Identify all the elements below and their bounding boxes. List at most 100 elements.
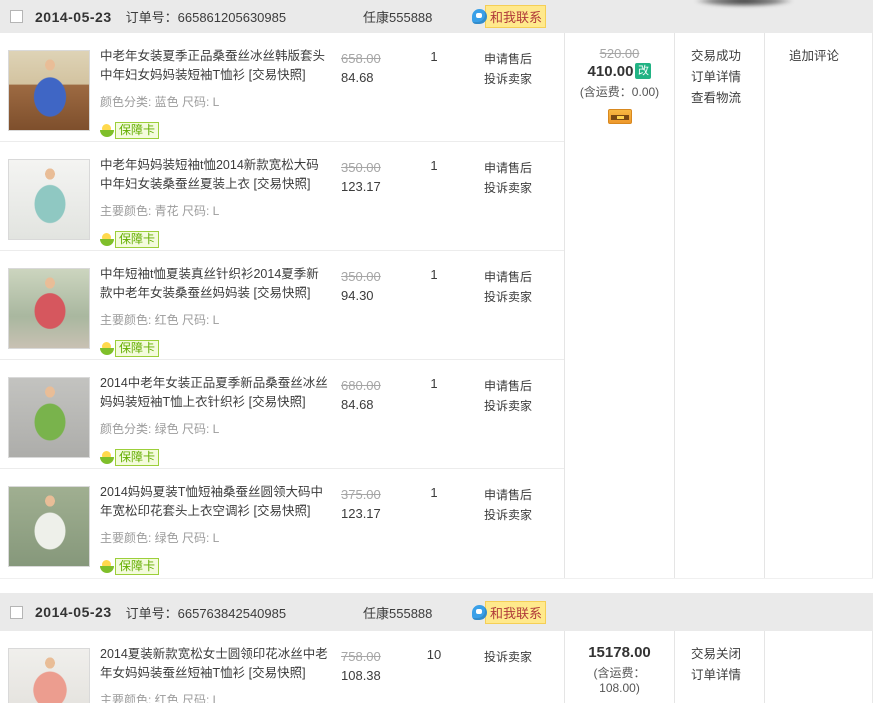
view-logistics-link[interactable]: 查看物流 [691,88,764,109]
snapshot-link[interactable]: [交易快照] [249,68,306,82]
product-title-link[interactable]: 2014中老年女装正品夏季新品桑蚕丝冰丝妈妈装短袖T恤上衣针织衫 [交易快照] [100,374,330,412]
guarantee-card-badge[interactable]: 保障卡 [100,231,160,248]
price-box: 658.00 84.68 [341,49,381,87]
item-row: 2014妈妈夏装T恤短袖桑蚕丝圆领大码中年宽松印花套头上衣空调衫 [交易快照] … [0,469,564,578]
guarantee-label: 保障卡 [115,122,160,139]
contact-seller-button[interactable]: 和我联系 [472,600,547,624]
order-block-2: 2014-05-23 订单号：665763842540985 任康555888 … [0,593,873,703]
guarantee-icon [100,232,114,247]
guarantee-card-badge[interactable]: 保障卡 [100,449,160,466]
order-checkbox[interactable] [10,10,23,23]
guarantee-card-badge[interactable]: 保障卡 [100,340,160,357]
report-seller-link[interactable]: 投诉卖家 [484,396,532,416]
guarantee-icon [100,559,114,574]
snapshot-link[interactable]: [交易快照] [249,666,306,680]
guarantee-card-badge[interactable]: 保障卡 [100,122,160,139]
snapshot-link[interactable]: [交易快照] [254,177,311,191]
apply-aftersale-link[interactable]: 申请售后 [484,267,532,287]
product-info: 2014妈妈夏装T恤短袖桑蚕丝圆领大码中年宽松印花套头上衣空调衫 [交易快照] … [100,483,330,577]
item-actions: 申请售后 投诉卖家 [484,485,532,525]
item-actions: 投诉卖家 [484,647,532,667]
total-amount: 410.00 改 [565,63,674,80]
guarantee-icon [100,450,114,465]
order-items-table: 中老年女装夏季正品桑蚕丝冰丝韩版套头中年妇女妈妈装短袖T恤衫 [交易快照] 颜色… [0,33,873,579]
quantity: 1 [430,49,438,64]
order-detail-link[interactable]: 订单详情 [691,665,764,686]
guarantee-label: 保障卡 [115,558,160,575]
product-title-link[interactable]: 中年短袖t恤夏装真丝针织衫2014夏季新款中老年女装桑蚕丝妈妈装 [交易快照] [100,265,330,303]
price-current: 123.17 [341,179,381,194]
product-thumbnail[interactable] [8,50,90,131]
apply-aftersale-link[interactable]: 申请售后 [484,49,532,69]
quantity: 1 [430,158,438,173]
report-seller-link[interactable]: 投诉卖家 [484,178,532,198]
seller-name[interactable]: 任康555888 [363,603,432,622]
product-info: 中老年女装夏季正品桑蚕丝冰丝韩版套头中年妇女妈妈装短袖T恤衫 [交易快照] 颜色… [100,47,330,141]
product-thumbnail[interactable] [8,268,90,349]
price-original: 350.00 [341,269,381,284]
items-column: 中老年女装夏季正品桑蚕丝冰丝韩版套头中年妇女妈妈装短袖T恤衫 [交易快照] 颜色… [0,33,565,578]
product-thumbnail[interactable] [8,159,90,240]
product-title-link[interactable]: 中老年女装夏季正品桑蚕丝冰丝韩版套头中年妇女妈妈装短袖T恤衫 [交易快照] [100,47,330,85]
guarantee-label: 保障卡 [115,340,160,357]
product-thumbnail[interactable] [8,486,90,567]
apply-aftersale-link[interactable]: 申请售后 [484,376,532,396]
guarantee-icon [100,123,114,138]
product-info: 2014中老年女装正品夏季新品桑蚕丝冰丝妈妈装短袖T恤上衣针织衫 [交易快照] … [100,374,330,468]
order-checkbox[interactable] [10,605,23,619]
guarantee-label: 保障卡 [115,231,160,248]
product-thumbnail[interactable] [8,648,90,703]
order-number-label: 订单号： [125,10,178,25]
price-original: 680.00 [341,378,381,393]
snapshot-link[interactable]: [交易快照] [249,395,306,409]
order-total-column: 520.00 410.00 改 (含运费：0.00) [565,33,675,578]
item-actions: 申请售后 投诉卖家 [484,267,532,307]
order-extra-column [765,631,873,703]
apply-aftersale-link[interactable]: 申请售后 [484,485,532,505]
order-header: 2014-05-23 订单号：665763842540985 任康555888 … [0,593,873,631]
product-info: 2014夏装新款宽松女士圆领印花冰丝中老年女妈妈装蚕丝短袖T恤衫 [交易快照] … [100,645,330,703]
product-thumbnail[interactable] [8,377,90,458]
product-title-link[interactable]: 中老年妈妈装短袖t恤2014新款宽松大码中年妇女装桑蚕丝夏装上衣 [交易快照] [100,156,330,194]
snapshot-link[interactable]: [交易快照] [254,504,311,518]
order-extra-column: 追加评论 [765,33,873,578]
seller-name[interactable]: 任康555888 [363,7,432,26]
shipping-fee: (含运费：108.00) [593,666,646,695]
price-box: 680.00 84.68 [341,376,381,414]
guarantee-card-badge[interactable]: 保障卡 [100,558,160,575]
order-number: 订单号：665763842540985 [126,603,286,622]
item-actions: 申请售后 投诉卖家 [484,49,532,89]
shipping-fee: (含运费：0.00) [579,85,660,99]
total-original: 520.00 [599,46,640,61]
price-current: 123.17 [341,506,381,521]
total-amount-value: 15178.00 [588,644,651,661]
price-original: 375.00 [341,487,381,502]
snapshot-link[interactable]: [交易快照] [254,286,311,300]
report-seller-link[interactable]: 投诉卖家 [484,647,532,667]
report-seller-link[interactable]: 投诉卖家 [484,69,532,89]
contact-seller-label: 和我联系 [485,5,547,28]
price-box: 375.00 123.17 [341,485,381,523]
quantity: 1 [430,485,438,500]
order-items-table: 2014夏装新款宽松女士圆领印花冰丝中老年女妈妈装蚕丝短袖T恤衫 [交易快照] … [0,631,873,703]
order-list-page: 2014-05-23 订单号：665861205630985 任康555888 … [0,0,873,703]
order-status-text: 交易成功 [691,49,742,63]
contact-seller-button[interactable]: 和我联系 [472,5,547,28]
price-box: 758.00 108.38 [341,647,381,685]
item-row: 2014夏装新款宽松女士圆领印花冰丝中老年女妈妈装蚕丝短袖T恤衫 [交易快照] … [0,631,564,703]
price-current: 108.38 [341,668,381,683]
order-status-column: 交易关闭 订单详情 [675,631,765,703]
product-attributes: 主要颜色: 红色 尺码: L [100,693,220,703]
product-title-link[interactable]: 2014夏装新款宽松女士圆领印花冰丝中老年女妈妈装蚕丝短袖T恤衫 [交易快照] [100,645,330,683]
order-number-value: 665861205630985 [177,10,287,25]
item-row: 中老年妈妈装短袖t恤2014新款宽松大码中年妇女装桑蚕丝夏装上衣 [交易快照] … [0,142,564,251]
total-amount-value: 410.00 [587,63,634,80]
order-detail-link[interactable]: 订单详情 [691,67,764,88]
append-review-link[interactable]: 追加评论 [789,46,872,67]
product-title-link[interactable]: 2014妈妈夏装T恤短袖桑蚕丝圆领大码中年宽松印花套头上衣空调衫 [交易快照] [100,483,330,521]
report-seller-link[interactable]: 投诉卖家 [484,505,532,525]
order-status-text: 交易关闭 [691,647,742,661]
report-seller-link[interactable]: 投诉卖家 [484,287,532,307]
wangwang-icon [472,604,487,620]
apply-aftersale-link[interactable]: 申请售后 [484,158,532,178]
